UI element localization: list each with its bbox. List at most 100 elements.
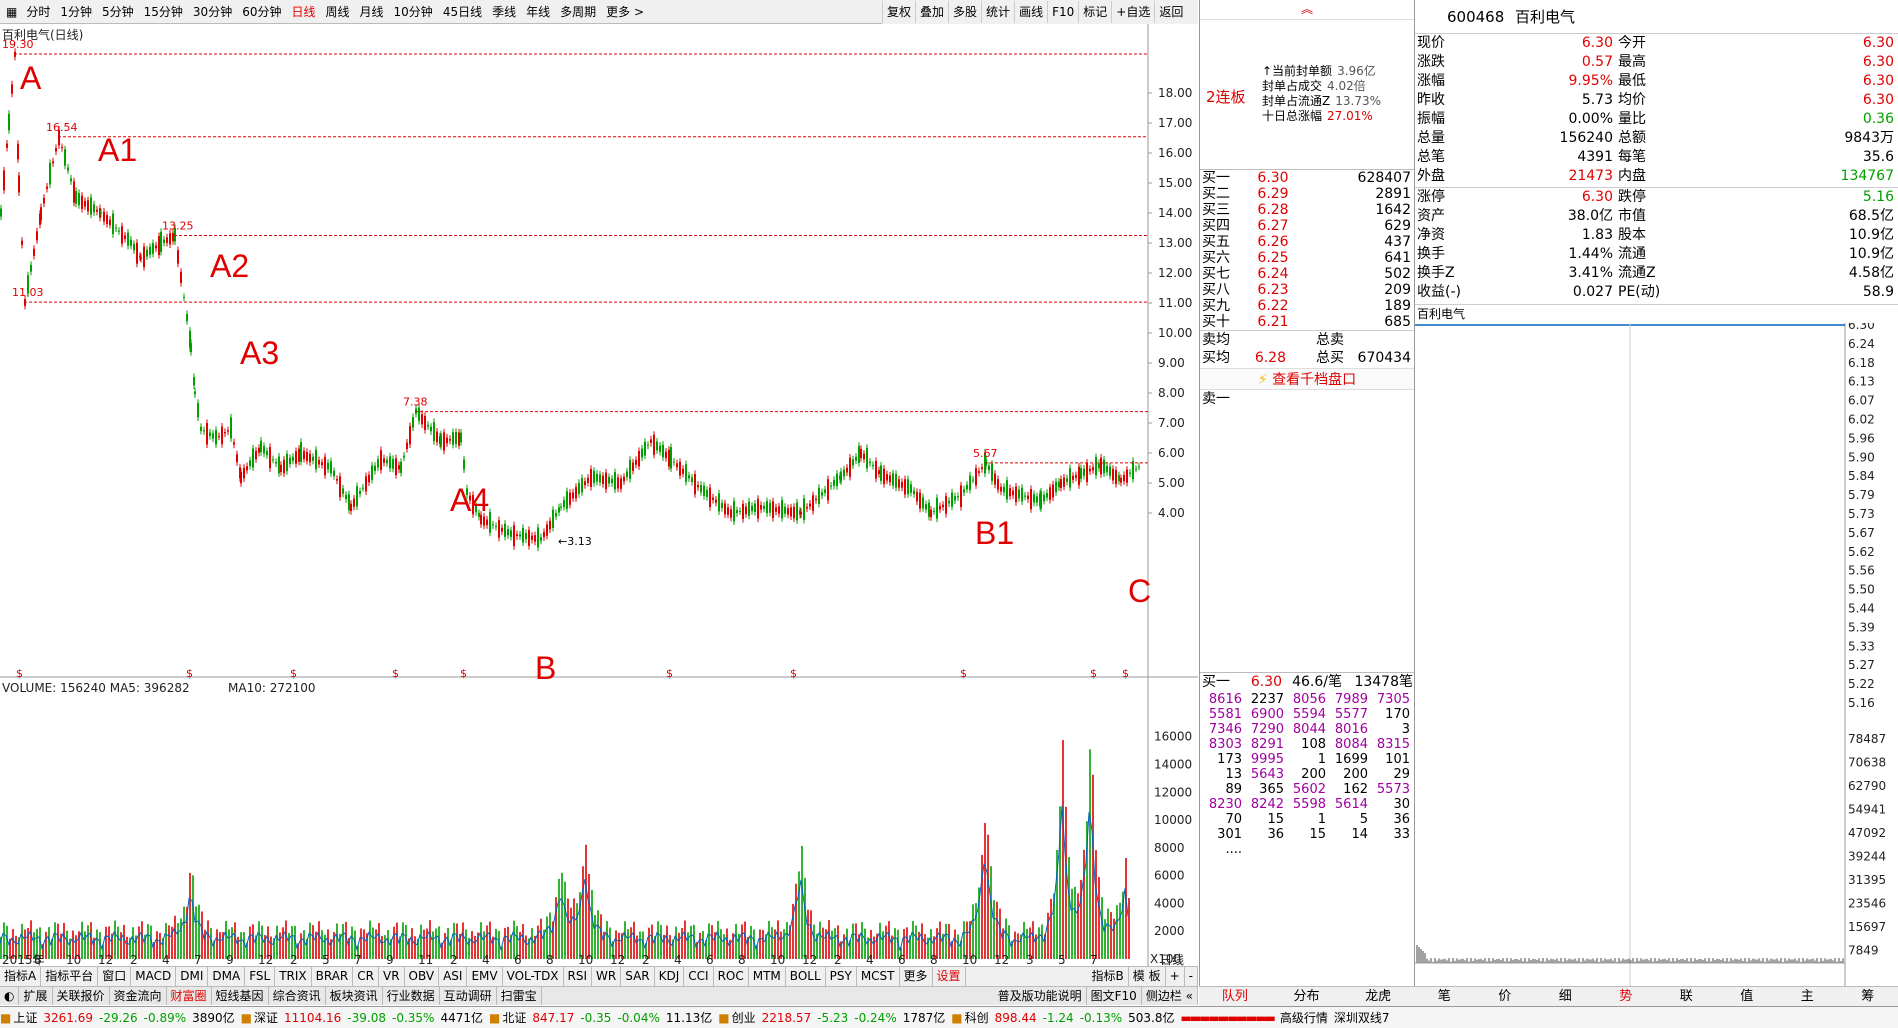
info-tab-6[interactable]: 板块资讯 <box>326 987 383 1005</box>
info-tab-4[interactable]: 短线基因 <box>212 987 269 1005</box>
right-tab-7[interactable]: 筹 <box>1838 987 1898 1006</box>
event-marker-icon[interactable]: $ <box>16 667 23 680</box>
grid-icon[interactable]: ▦ <box>2 5 21 19</box>
period-tab-1[interactable]: 1分钟 <box>55 1 97 23</box>
event-marker-icon[interactable]: $ <box>1122 667 1129 680</box>
period-tab-8[interactable]: 月线 <box>355 1 389 23</box>
indicator-tab-22[interactable]: BOLL <box>786 967 826 986</box>
view-depth-link[interactable]: ⚡ 查看千档盘口 <box>1200 368 1414 390</box>
indicator-tab-10[interactable]: VR <box>379 967 405 986</box>
info-tab-2[interactable]: 资金流向 <box>110 987 167 1005</box>
bid-row[interactable]: 买二 6.29 2891 <box>1200 186 1414 202</box>
period-tab-6[interactable]: 日线 <box>286 1 320 23</box>
info-right-tab-0[interactable]: 普及版功能说明 <box>994 987 1087 1005</box>
kline-svg[interactable]: 百利电气(日线)18.0017.0016.0015.0014.0013.0012… <box>0 24 1198 967</box>
indicator-right-tab-1[interactable]: 模 板 <box>1129 967 1166 986</box>
indicator-tab-11[interactable]: OBV <box>405 967 440 986</box>
period-tab-12[interactable]: 年线 <box>521 1 555 23</box>
indicator-tab-6[interactable]: FSL <box>245 967 276 986</box>
right-tab-3[interactable]: 势 <box>1596 987 1657 1006</box>
info-tab-9[interactable]: 扫雷宝 <box>497 987 542 1005</box>
tool-button-6[interactable]: 标记 <box>1078 1 1111 23</box>
indicator-right-tab-0[interactable]: 指标B <box>1088 967 1129 986</box>
indicator-right-tab-2[interactable]: + <box>1166 967 1185 986</box>
collapse-icon[interactable]: ︽ <box>1200 0 1414 20</box>
tool-button-2[interactable]: 多股 <box>948 1 981 23</box>
period-tab-10[interactable]: 45日线 <box>438 1 487 23</box>
period-tab-0[interactable]: 分时 <box>21 1 55 23</box>
indicator-tab-3[interactable]: MACD <box>131 967 177 986</box>
period-tab-9[interactable]: 10分钟 <box>389 1 438 23</box>
indicator-tab-15[interactable]: RSI <box>564 967 593 986</box>
tool-button-8[interactable]: 返回 <box>1154 1 1187 23</box>
event-marker-icon[interactable]: $ <box>1090 667 1097 680</box>
info-right-tab-1[interactable]: 图文F10 <box>1087 987 1142 1005</box>
tool-button-3[interactable]: 统计 <box>981 1 1014 23</box>
indicator-tab-23[interactable]: PSY <box>826 967 857 986</box>
kline-chart-area[interactable]: 百利电气(日线) 18.00 17.00 16.00 15.00 14.00 13.00 12… <box>0 24 1198 994</box>
indicator-tab-14[interactable]: VOL-TDX <box>503 967 564 986</box>
period-tab-3[interactable]: 15分钟 <box>139 1 188 23</box>
info-tab-0[interactable]: 扩展 <box>19 987 53 1005</box>
period-tab-2[interactable]: 5分钟 <box>97 1 139 23</box>
right-tab-6[interactable]: 主 <box>1777 987 1838 1006</box>
tool-button-1[interactable]: 叠加 <box>915 1 948 23</box>
bid-row[interactable]: 买九 6.22 189 <box>1200 298 1414 314</box>
indicator-tab-25[interactable]: 更多 <box>900 967 933 986</box>
indicator-tab-17[interactable]: SAR <box>621 967 655 986</box>
right-tab-1[interactable]: 价 <box>1475 987 1536 1006</box>
indicator-tab-19[interactable]: CCI <box>684 967 714 986</box>
indicator-tab-9[interactable]: CR <box>353 967 379 986</box>
bid-row[interactable]: 买三 6.28 1642 <box>1200 202 1414 218</box>
indicator-tab-18[interactable]: KDJ <box>655 967 685 986</box>
indicator-tab-20[interactable]: ROC <box>714 967 749 986</box>
right-tab-4[interactable]: 联 <box>1656 987 1717 1006</box>
indicator-tab-16[interactable]: WR <box>592 967 622 986</box>
indicator-tab-26[interactable]: 设置 <box>933 967 966 986</box>
info-tab-1[interactable]: 关联报价 <box>53 987 110 1005</box>
indicator-tab-1[interactable]: 指标平台 <box>41 967 99 986</box>
period-tab-7[interactable]: 周线 <box>321 1 355 23</box>
bid-row[interactable]: 买七 6.24 502 <box>1200 266 1414 282</box>
bid-row[interactable]: 买五 6.26 437 <box>1200 234 1414 250</box>
info-tab-7[interactable]: 行业数据 <box>383 987 440 1005</box>
right-tab-5[interactable]: 值 <box>1717 987 1778 1006</box>
toggle-icon[interactable]: ◐ <box>0 987 20 1005</box>
indicator-tab-12[interactable]: ASI <box>439 967 468 986</box>
period-tab-14[interactable]: 更多 > <box>601 1 649 23</box>
indicator-tab-7[interactable]: TRIX <box>275 967 312 986</box>
indicator-tab-2[interactable]: 窗口 <box>98 967 132 986</box>
period-tab-5[interactable]: 60分钟 <box>237 1 286 23</box>
indicator-tab-0[interactable]: 指标A <box>0 967 42 986</box>
event-marker-icon[interactable]: $ <box>392 667 399 680</box>
tool-button-4[interactable]: 画线 <box>1014 1 1047 23</box>
bid-row[interactable]: 买四 6.27 629 <box>1200 218 1414 234</box>
period-tab-11[interactable]: 季线 <box>487 1 521 23</box>
period-tab-4[interactable]: 30分钟 <box>188 1 237 23</box>
tool-button-5[interactable]: F10 <box>1047 1 1078 23</box>
event-marker-icon[interactable]: $ <box>460 667 467 680</box>
bid-row[interactable]: 买八 6.23 209 <box>1200 282 1414 298</box>
bid-row[interactable]: 买十 6.21 685 <box>1200 314 1414 330</box>
indicator-tab-24[interactable]: MCST <box>857 967 900 986</box>
indicator-tab-5[interactable]: DMA <box>208 967 246 986</box>
event-marker-icon[interactable]: $ <box>790 667 797 680</box>
mid-tab-0[interactable]: 队列 <box>1199 987 1271 1006</box>
bid-row[interactable]: 买一 6.30 628407 <box>1200 170 1414 186</box>
tool-button-0[interactable]: 复权 <box>882 1 915 23</box>
indicator-tab-13[interactable]: EMV <box>467 967 503 986</box>
info-tab-3[interactable]: 财富圈 <box>167 987 212 1005</box>
tool-button-7[interactable]: +自选 <box>1111 1 1154 23</box>
right-tab-2[interactable]: 细 <box>1535 987 1596 1006</box>
intraday-chart[interactable]: 6.30 6.24 6.18 6.13 6.07 6.02 5.96 5.90 5.84 5.79… <box>1415 318 1898 989</box>
indicator-tab-21[interactable]: MTM <box>749 967 786 986</box>
event-marker-icon[interactable]: $ <box>666 667 673 680</box>
info-tab-8[interactable]: 互动调研 <box>440 987 497 1005</box>
mid-tab-2[interactable]: 龙虎 <box>1342 987 1414 1006</box>
info-tab-5[interactable]: 综合资讯 <box>269 987 326 1005</box>
mid-tab-1[interactable]: 分布 <box>1271 987 1343 1006</box>
bid-row[interactable]: 买六 6.25 641 <box>1200 250 1414 266</box>
indicator-right-tab-3[interactable]: - <box>1185 967 1198 986</box>
right-tab-0[interactable]: 笔 <box>1414 987 1475 1006</box>
event-marker-icon[interactable]: $ <box>290 667 297 680</box>
